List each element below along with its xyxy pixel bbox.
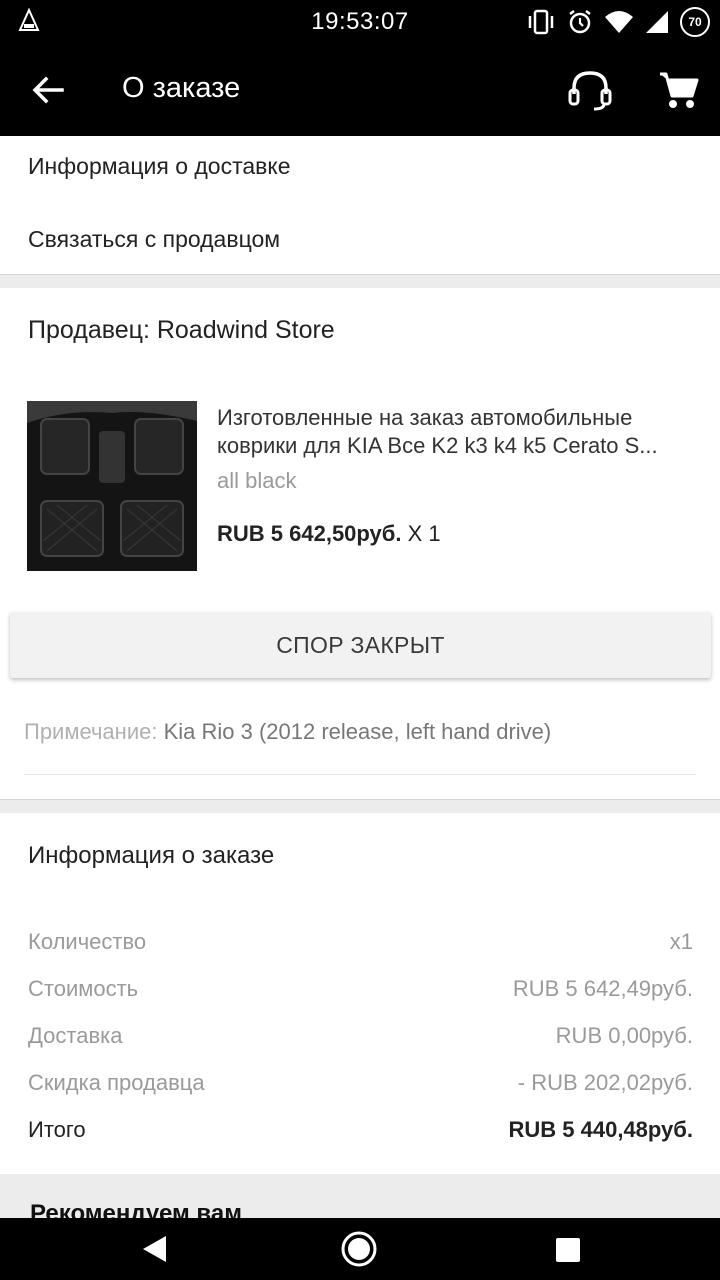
order-info-title: Информация о заказе: [28, 842, 275, 869]
product-price: RUB 5 642,50руб.: [217, 521, 402, 546]
info-label: Количество: [28, 929, 147, 954]
page-title: О заказе: [122, 72, 241, 104]
product-quantity: X 1: [407, 521, 441, 546]
info-label: Стоимость: [28, 976, 139, 1001]
info-label: Скидка продавца: [28, 1070, 205, 1095]
status-bar: 19:53:07 70: [0, 0, 720, 44]
app-bar: О заказе: [0, 44, 720, 136]
info-row-discount: Скидка продавца - RUB 202,02руб.: [28, 1070, 693, 1100]
cart-icon[interactable]: [656, 68, 700, 112]
status-icons: 70: [526, 6, 710, 38]
section-divider: [0, 274, 720, 288]
note-text: Kia Rio 3 (2012 release, left hand drive…: [163, 719, 552, 744]
nav-home-icon[interactable]: [340, 1230, 378, 1268]
info-value: - RUB 202,02руб.: [517, 1070, 693, 1095]
contact-seller-link[interactable]: Связаться с продавцом: [0, 203, 720, 275]
headset-icon[interactable]: [566, 68, 614, 112]
vibrate-icon: [528, 9, 554, 35]
order-note: Примечание: Kia Rio 3 (2012 release, lef…: [24, 719, 551, 745]
product-price-row: RUB 5 642,50руб. X 1: [217, 521, 441, 547]
alarm-icon: [569, 10, 591, 34]
info-label: Итого: [28, 1117, 86, 1142]
nav-recents-icon[interactable]: [556, 1238, 580, 1262]
delivery-info-link[interactable]: Информация о доставке: [0, 130, 720, 202]
seller-name[interactable]: Продавец: Roadwind Store: [28, 316, 335, 345]
info-row-shipping: Доставка RUB 0,00руб.: [28, 1023, 693, 1053]
product-title-line-2: коврики для KIA Все K2 k3 k4 k5 Cerato S…: [217, 433, 658, 458]
info-row-quantity: Количество x1: [28, 929, 693, 959]
recommend-title: Рекомендуем вам: [30, 1200, 242, 1218]
info-label: Доставка: [28, 1023, 123, 1048]
info-value: RUB 0,00руб.: [555, 1023, 693, 1048]
wifi-icon: [605, 11, 633, 33]
product-title-line-1: Изготовленные на заказ автомобильные: [217, 405, 633, 430]
section-divider: [0, 799, 720, 813]
product-image[interactable]: [27, 401, 197, 571]
note-label: Примечание:: [24, 719, 158, 744]
info-row-cost: Стоимость RUB 5 642,49руб.: [28, 976, 693, 1006]
back-arrow-icon[interactable]: [28, 70, 68, 110]
info-value: RUB 5 642,49руб.: [512, 976, 693, 1001]
info-value: RUB 5 440,48руб.: [508, 1117, 694, 1142]
product-title[interactable]: Изготовленные на заказ автомобильные ков…: [217, 404, 697, 460]
recommend-section: Рекомендуем вам: [0, 1174, 720, 1218]
system-nav-bar: [0, 1218, 720, 1280]
dispute-closed-button[interactable]: СПОР ЗАКРЫТ: [10, 612, 711, 678]
nav-back-icon[interactable]: [140, 1234, 170, 1264]
signal-icon: [646, 11, 668, 33]
note-divider: [24, 774, 696, 775]
product-variant: all black: [217, 468, 297, 493]
battery-icon: 70: [680, 7, 710, 37]
car-mat-image: [27, 401, 197, 571]
info-value: x1: [669, 929, 693, 954]
info-row-total: Итого RUB 5 440,48руб.: [28, 1117, 693, 1147]
